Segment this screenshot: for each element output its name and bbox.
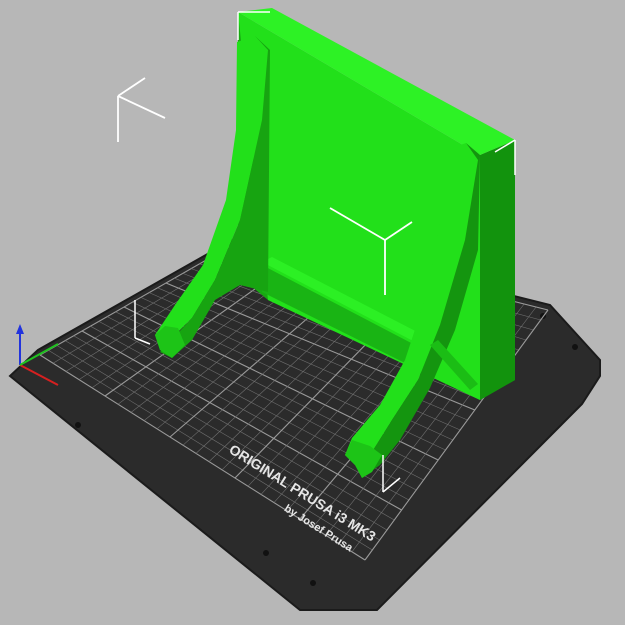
scene: ORIGINAL PRUSA i3 MK3 by Josef Prusa bbox=[8, 8, 601, 611]
view-gizmo-icon bbox=[117, 77, 166, 142]
3d-viewport[interactable]: ORIGINAL PRUSA i3 MK3 by Josef Prusa bbox=[0, 0, 625, 625]
